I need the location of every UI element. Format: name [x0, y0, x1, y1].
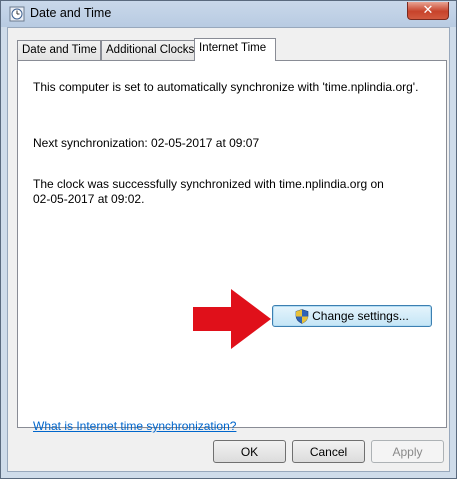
clock-icon	[9, 6, 25, 22]
change-settings-label: Change settings...	[312, 309, 409, 323]
close-button[interactable]: ✕	[407, 2, 449, 20]
title-bar[interactable]: Date and Time ✕	[1, 1, 456, 27]
date-time-dialog: Date and Time ✕ Date and Time Additional…	[0, 0, 457, 479]
apply-button[interactable]: Apply	[371, 440, 444, 463]
shield-icon	[295, 308, 309, 324]
tab-internet-time[interactable]: Internet Time	[194, 38, 276, 61]
cancel-button[interactable]: Cancel	[292, 440, 365, 463]
ok-button[interactable]: OK	[213, 440, 286, 463]
window-title: Date and Time	[30, 6, 112, 20]
tab-additional-clocks[interactable]: Additional Clocks	[101, 40, 195, 60]
close-icon: ✕	[422, 3, 434, 18]
internet-time-help-link[interactable]: What is Internet time synchronization?	[33, 419, 236, 433]
change-settings-button[interactable]: Change settings...	[272, 305, 432, 327]
sync-status-line-1: The clock was successfully synchronized …	[33, 177, 384, 191]
sync-status-line-2: 02-05-2017 at 09:02.	[33, 192, 145, 206]
tab-date-and-time[interactable]: Date and Time	[17, 40, 101, 60]
red-arrow-icon	[193, 289, 271, 349]
dialog-client-area: Date and Time Additional Clocks Internet…	[7, 27, 450, 472]
internet-time-panel: This computer is set to automatically sy…	[17, 60, 447, 433]
next-sync-text: Next synchronization: 02-05-2017 at 09:0…	[33, 136, 260, 150]
sync-info-text: This computer is set to automatically sy…	[33, 80, 419, 94]
